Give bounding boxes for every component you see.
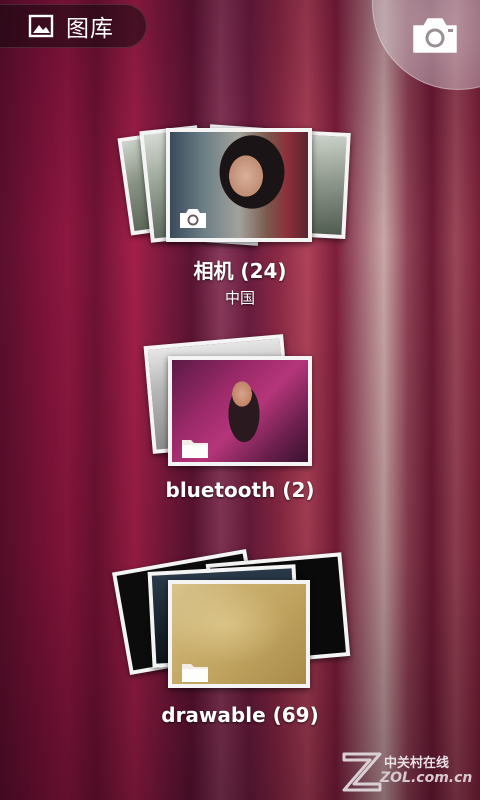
album-title: drawable (69) [0,703,480,727]
album-count: (24) [240,259,287,283]
camera-icon [180,209,206,228]
album-name: 相机 [193,259,234,283]
album-title: 相机 (24) [0,255,480,284]
album-drawable[interactable]: drawable (69) [0,546,480,727]
zol-logo-icon [342,752,382,792]
camera-icon[interactable] [410,14,460,56]
watermark-cn: 中关村在线 [384,756,450,771]
album-camera[interactable]: 相机 (24) 中国 [0,120,480,307]
album-cover [168,356,312,466]
album-count: (2) [282,478,315,502]
album-cover [168,580,310,688]
folder-icon [182,440,208,458]
album-name: drawable [161,703,266,727]
album-cover [166,128,312,242]
album-count: (69) [272,703,319,727]
gallery-screen: 图库 相机 (24) 中国 bluetooth (2) drawable (69… [0,0,480,800]
album-name: bluetooth [165,478,276,502]
folder-icon [182,664,208,682]
gallery-title-bar[interactable]: 图库 [0,4,147,48]
picture-icon [28,14,54,38]
album-title: bluetooth (2) [0,478,480,502]
watermark-en: ZOL.com.cn [380,770,473,786]
watermark: 中关村在线 ZOL.com.cn [340,748,472,794]
album-location: 中国 [224,289,255,307]
page-title: 图库 [66,16,114,42]
album-bluetooth[interactable]: bluetooth (2) [0,332,480,502]
